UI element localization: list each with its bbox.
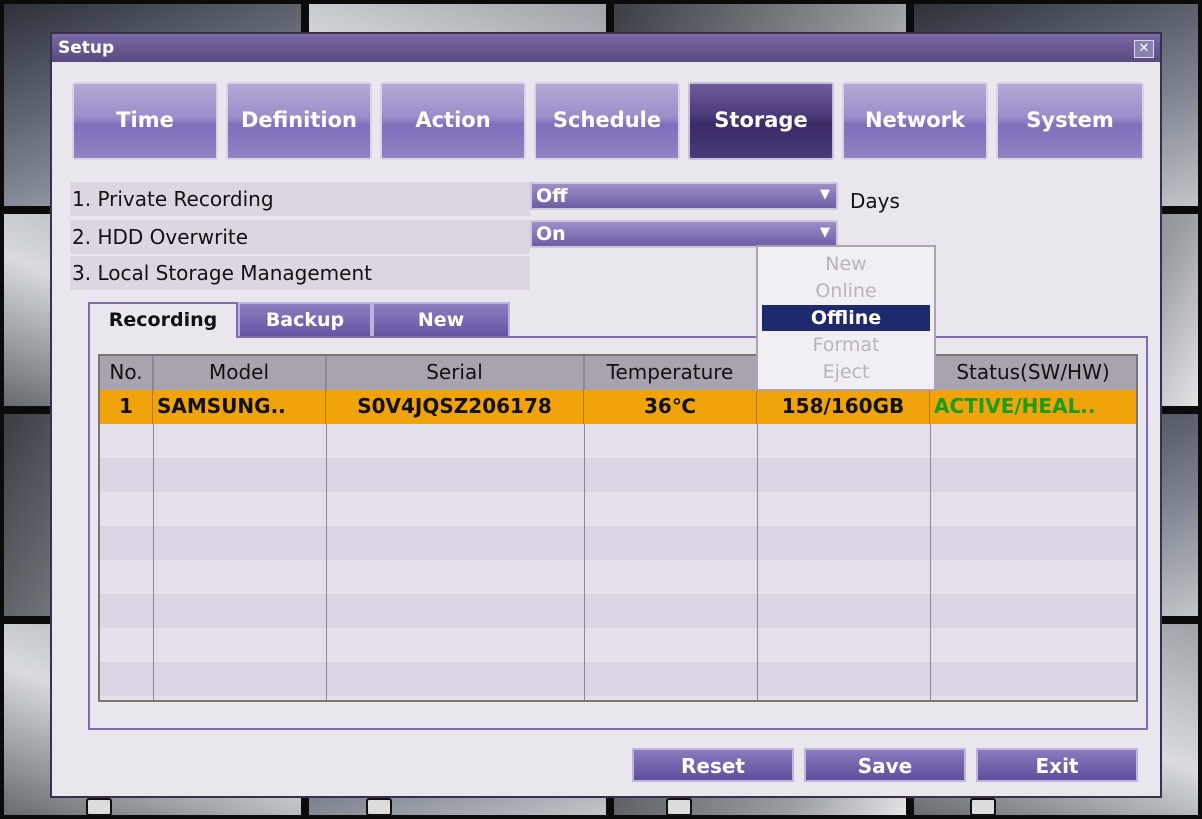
column-header-no: No. (100, 356, 153, 390)
tab-time[interactable]: Time (72, 82, 218, 160)
close-icon[interactable]: ✕ (1134, 40, 1154, 58)
setting-private-recording: 1. Private Recording (70, 182, 530, 216)
setting-hdd-overwrite: 2. HDD Overwrite (70, 220, 530, 254)
setting-local-storage: 3. Local Storage Management (70, 256, 530, 290)
dropdown-item-format[interactable]: Format (762, 332, 930, 358)
chevron-down-icon: ▼ (820, 225, 830, 240)
column-header-serial: Serial (326, 356, 584, 390)
private-recording-value: Off (536, 185, 568, 207)
private-recording-label: 1. Private Recording (72, 187, 274, 211)
camera-icon (666, 798, 692, 816)
tab-schedule[interactable]: Schedule (534, 82, 680, 160)
recording-panel: No. Model Serial Temperature Status(SW/H… (88, 336, 1148, 730)
subtab-recording[interactable]: Recording (88, 302, 238, 338)
column-header-status: Status(SW/HW) (956, 360, 1110, 384)
tab-action[interactable]: Action (380, 82, 526, 160)
exit-button[interactable]: Exit (976, 748, 1138, 782)
cell-model: SAMSUNG.. (153, 390, 326, 424)
title-bar[interactable]: Setup ✕ (52, 34, 1160, 62)
table-header: No. Model Serial Temperature Status(SW/H… (100, 356, 1136, 390)
camera-icon (970, 798, 996, 816)
private-recording-select[interactable]: Off ▼ (530, 182, 838, 210)
cell-no: 1 (100, 390, 153, 424)
tab-storage[interactable]: Storage (688, 82, 834, 160)
dropdown-item-offline[interactable]: Offline (762, 305, 930, 331)
setup-window: Setup ✕ Time Definition Action Schedule … (50, 32, 1162, 798)
hdd-action-dropdown: New Online Offline Format Eject (756, 245, 936, 391)
table-row[interactable]: 1 SAMSUNG.. S0V4JQSZ206178 36℃ 158/160GB… (100, 390, 1136, 424)
hdd-overwrite-select[interactable]: On ▼ (530, 220, 838, 248)
hdd-overwrite-label: 2. HDD Overwrite (72, 225, 249, 249)
tab-definition[interactable]: Definition (226, 82, 372, 160)
hdd-table: No. Model Serial Temperature Status(SW/H… (98, 354, 1138, 702)
empty-rows (100, 390, 1136, 700)
local-storage-label: 3. Local Storage Management (72, 261, 372, 285)
camera-icon (366, 798, 392, 816)
window-title: Setup (58, 38, 115, 58)
subtab-new[interactable]: New (372, 302, 510, 338)
dropdown-item-online[interactable]: Online (762, 278, 930, 304)
camera-icon (86, 798, 112, 816)
column-header-temperature: Temperature (584, 356, 757, 390)
cell-capacity: 158/160GB (757, 390, 930, 424)
subtab-backup[interactable]: Backup (238, 302, 372, 338)
cell-serial: S0V4JQSZ206178 (326, 390, 584, 424)
cell-temperature: 36℃ (584, 390, 757, 424)
save-button[interactable]: Save (804, 748, 966, 782)
dropdown-item-new[interactable]: New (762, 251, 930, 277)
column-header-model: Model (153, 356, 326, 390)
hdd-overwrite-value: On (536, 223, 566, 245)
dropdown-item-eject[interactable]: Eject (762, 359, 930, 385)
reset-button[interactable]: Reset (632, 748, 794, 782)
chevron-down-icon: ▼ (820, 187, 830, 202)
tab-network[interactable]: Network (842, 82, 988, 160)
setup-tabs: Time Definition Action Schedule Storage … (72, 82, 1144, 160)
days-label: Days (850, 189, 900, 213)
cell-status: ACTIVE/HEAL.. (934, 394, 1096, 418)
tab-system[interactable]: System (996, 82, 1144, 160)
